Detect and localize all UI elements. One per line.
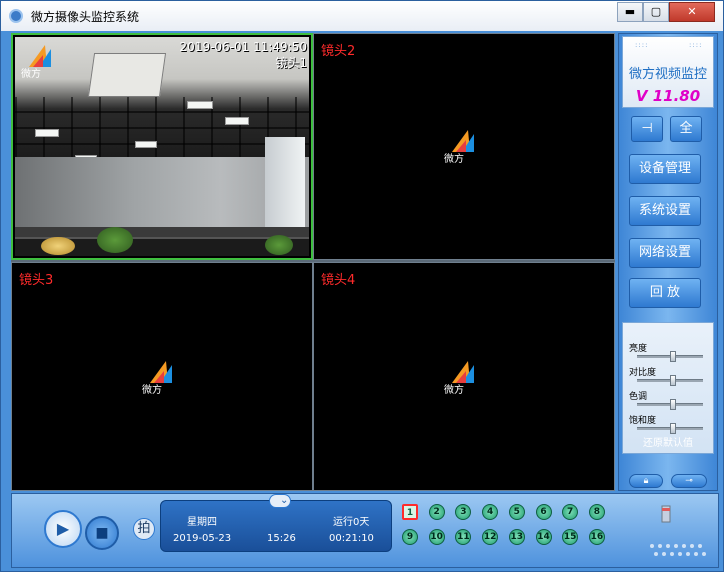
- key-button[interactable]: ⊸: [671, 474, 707, 488]
- device-management-button[interactable]: 设备管理: [629, 154, 701, 184]
- lock-icon: 🔒︎: [643, 476, 649, 486]
- camera-1-label: 镜头1: [275, 56, 307, 70]
- air-conditioner: [87, 53, 167, 97]
- app-window: 微方摄像头监控系统 ▬ ▢ ✕ 微方 2019-06-01 11:49:50 镜…: [0, 0, 724, 572]
- contrast-label: 对比度: [629, 368, 657, 378]
- stop-icon: ■: [95, 525, 109, 541]
- title-bar[interactable]: 微方摄像头监控系统 ▬ ▢ ✕: [1, 1, 723, 31]
- channel-button-6[interactable]: 6: [535, 504, 552, 520]
- play-button[interactable]: ▶: [44, 510, 82, 548]
- camera-1-overlay: 2019-06-01 11:49:50 镜头1: [180, 39, 307, 71]
- channel-button-15[interactable]: 15: [562, 529, 579, 545]
- status-display: ⌄ 星期四 运行0天 2019-05-23 15:26 00:21:10: [160, 494, 392, 552]
- decor-pattern-icon: [650, 505, 706, 556]
- camera-view-2[interactable]: 镜头2 微方: [313, 33, 615, 260]
- collapse-button[interactable]: ⌄: [269, 494, 291, 508]
- playback-button[interactable]: 回 放: [629, 278, 701, 308]
- fullscreen-button[interactable]: 全: [670, 116, 702, 142]
- saturation-label: 饱和度: [629, 416, 657, 426]
- brand-name: 微方视频监控: [628, 67, 707, 82]
- slider-knob[interactable]: [670, 375, 677, 386]
- brand-logo-icon: 微方: [142, 361, 172, 395]
- maximize-button[interactable]: ▢: [643, 2, 669, 22]
- channel-button-11[interactable]: 11: [455, 529, 472, 545]
- pin-button[interactable]: ⊣: [631, 116, 663, 142]
- camera-timestamp: 2019-06-01 11:49:50: [179, 40, 307, 54]
- weekday-label: 星期四: [187, 517, 217, 528]
- system-settings-button[interactable]: 系统设置: [629, 196, 701, 226]
- uptime-label: 00:21:10: [329, 533, 374, 544]
- slider-knob[interactable]: [670, 399, 677, 410]
- camera-view-4[interactable]: 镜头4 微方: [313, 262, 615, 491]
- svg-text:微方: 微方: [21, 67, 41, 79]
- brand-logo-icon: 微方: [21, 45, 51, 79]
- window-title: 微方摄像头监控系统: [31, 10, 140, 24]
- lock-button[interactable]: 🔒︎: [629, 474, 663, 488]
- key-icon: ⊸: [685, 476, 693, 486]
- channel-button-16[interactable]: 16: [588, 529, 605, 545]
- run-status-label: 运行0天: [333, 517, 370, 528]
- hue-label: 色调: [629, 392, 648, 402]
- channel-button-2[interactable]: 2: [428, 504, 445, 520]
- channel-button-10[interactable]: 10: [428, 529, 445, 545]
- decor-dots-icon: ::::: [635, 41, 649, 49]
- channel-button-14[interactable]: 14: [535, 529, 552, 545]
- channel-button-12[interactable]: 12: [482, 529, 499, 545]
- brightness-slider[interactable]: [637, 351, 703, 362]
- slider-knob[interactable]: [670, 423, 677, 434]
- brand-box: :::: :::: 微方视频监控 V 11.80: [622, 36, 714, 108]
- brand-logo-icon: 微方: [444, 361, 474, 395]
- slider-knob[interactable]: [670, 351, 677, 362]
- camera-2-label: 镜头2: [321, 44, 356, 59]
- channel-button-4[interactable]: 4: [482, 504, 499, 520]
- bottom-bar: ▶ ■ 拍 ⌄ 星期四 运行0天 2019-05-23 15:26 00:21:…: [11, 493, 719, 568]
- control-panel: :::: :::: 微方视频监控 V 11.80 ⊣ 全 设备管理 系统设置 网…: [618, 33, 718, 491]
- date-label: 2019-05-23: [173, 533, 232, 544]
- time-label: 15:26: [267, 533, 296, 544]
- decor-dots-icon: ::::: [689, 41, 703, 49]
- camera-view-3[interactable]: 镜头3 微方: [11, 262, 313, 491]
- camera-view-1[interactable]: 微方 2019-06-01 11:49:50 镜头1: [11, 33, 313, 260]
- stop-button[interactable]: ■: [85, 516, 119, 550]
- app-icon: [9, 9, 23, 23]
- channel-button-7[interactable]: 7: [562, 504, 579, 520]
- channel-button-3[interactable]: 3: [455, 504, 472, 520]
- hue-slider[interactable]: [637, 399, 703, 410]
- network-settings-button[interactable]: 网络设置: [629, 238, 701, 268]
- minimize-button[interactable]: ▬: [617, 2, 643, 22]
- restore-defaults-button[interactable]: 还原默认值: [623, 434, 713, 449]
- svg-text:微方: 微方: [142, 383, 162, 395]
- image-adjust-panel: 亮度 对比度 色调 饱和度 还原默认值: [622, 322, 714, 454]
- contrast-slider[interactable]: [637, 375, 703, 386]
- camera-3-label: 镜头3: [19, 273, 54, 288]
- channel-button-9[interactable]: 9: [402, 529, 418, 545]
- version-label: V 11.80: [635, 87, 701, 105]
- camera-4-label: 镜头4: [321, 273, 356, 288]
- channel-button-5[interactable]: 5: [508, 504, 525, 520]
- svg-text:微方: 微方: [444, 152, 464, 164]
- video-grid: 微方 2019-06-01 11:49:50 镜头1 镜头2 微方 镜头3 微方…: [11, 33, 615, 491]
- brand-logo-icon: 微方: [444, 130, 474, 164]
- chevron-down-icon: ⌄: [280, 495, 289, 506]
- channel-button-1[interactable]: 1: [402, 504, 418, 520]
- svg-text:微方: 微方: [444, 383, 464, 395]
- play-icon: ▶: [56, 519, 70, 538]
- close-button[interactable]: ✕: [669, 2, 715, 22]
- saturation-slider[interactable]: [637, 423, 703, 434]
- brightness-label: 亮度: [629, 344, 648, 354]
- channel-button-8[interactable]: 8: [588, 504, 605, 520]
- channel-button-13[interactable]: 13: [508, 529, 525, 545]
- snapshot-button[interactable]: 拍: [133, 518, 155, 540]
